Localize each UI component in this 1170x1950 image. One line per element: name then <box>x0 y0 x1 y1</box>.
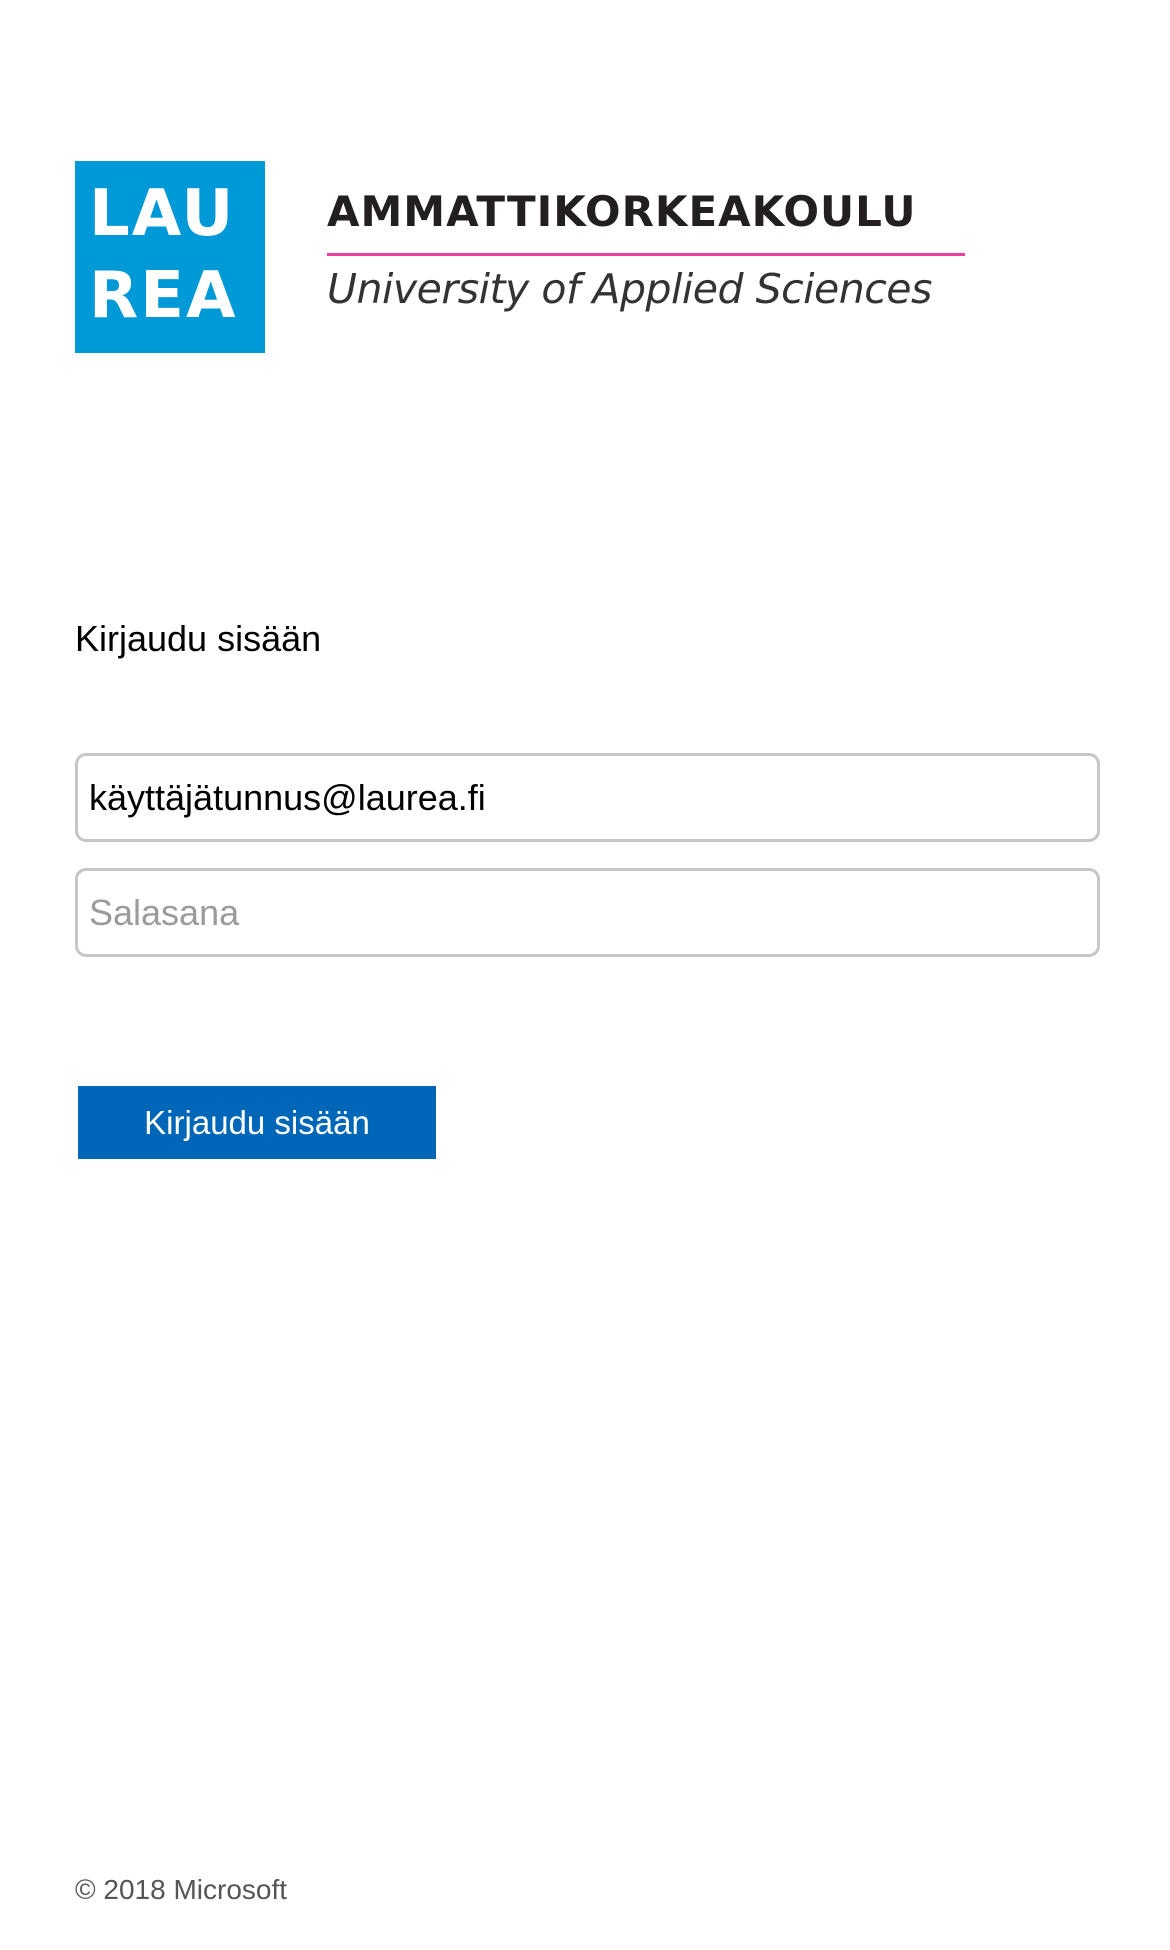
logo-square-text: LAU REA <box>89 173 259 337</box>
logo-square-line2: REA <box>89 259 238 333</box>
logo-wordmark-subtitle: University of Applied Sciences <box>327 265 932 313</box>
page-title: Kirjaudu sisään <box>75 618 322 659</box>
laurea-logo: LAU REA AMMATTIKORKEAKOULU University of… <box>75 161 965 356</box>
logo-wordmark-title: AMMATTIKORKEAKOULU <box>327 187 917 236</box>
copyright-footer: © 2018 Microsoft <box>75 1874 288 1905</box>
logo-wordmark: AMMATTIKORKEAKOULU University of Applied… <box>327 187 967 318</box>
logo-divider <box>327 253 965 256</box>
logo-square-line1: LAU <box>89 177 236 251</box>
password-field[interactable] <box>75 868 1100 957</box>
sign-in-button[interactable]: Kirjaudu sisään <box>78 1086 436 1159</box>
username-field[interactable] <box>75 753 1100 842</box>
logo-square: LAU REA <box>75 161 265 353</box>
